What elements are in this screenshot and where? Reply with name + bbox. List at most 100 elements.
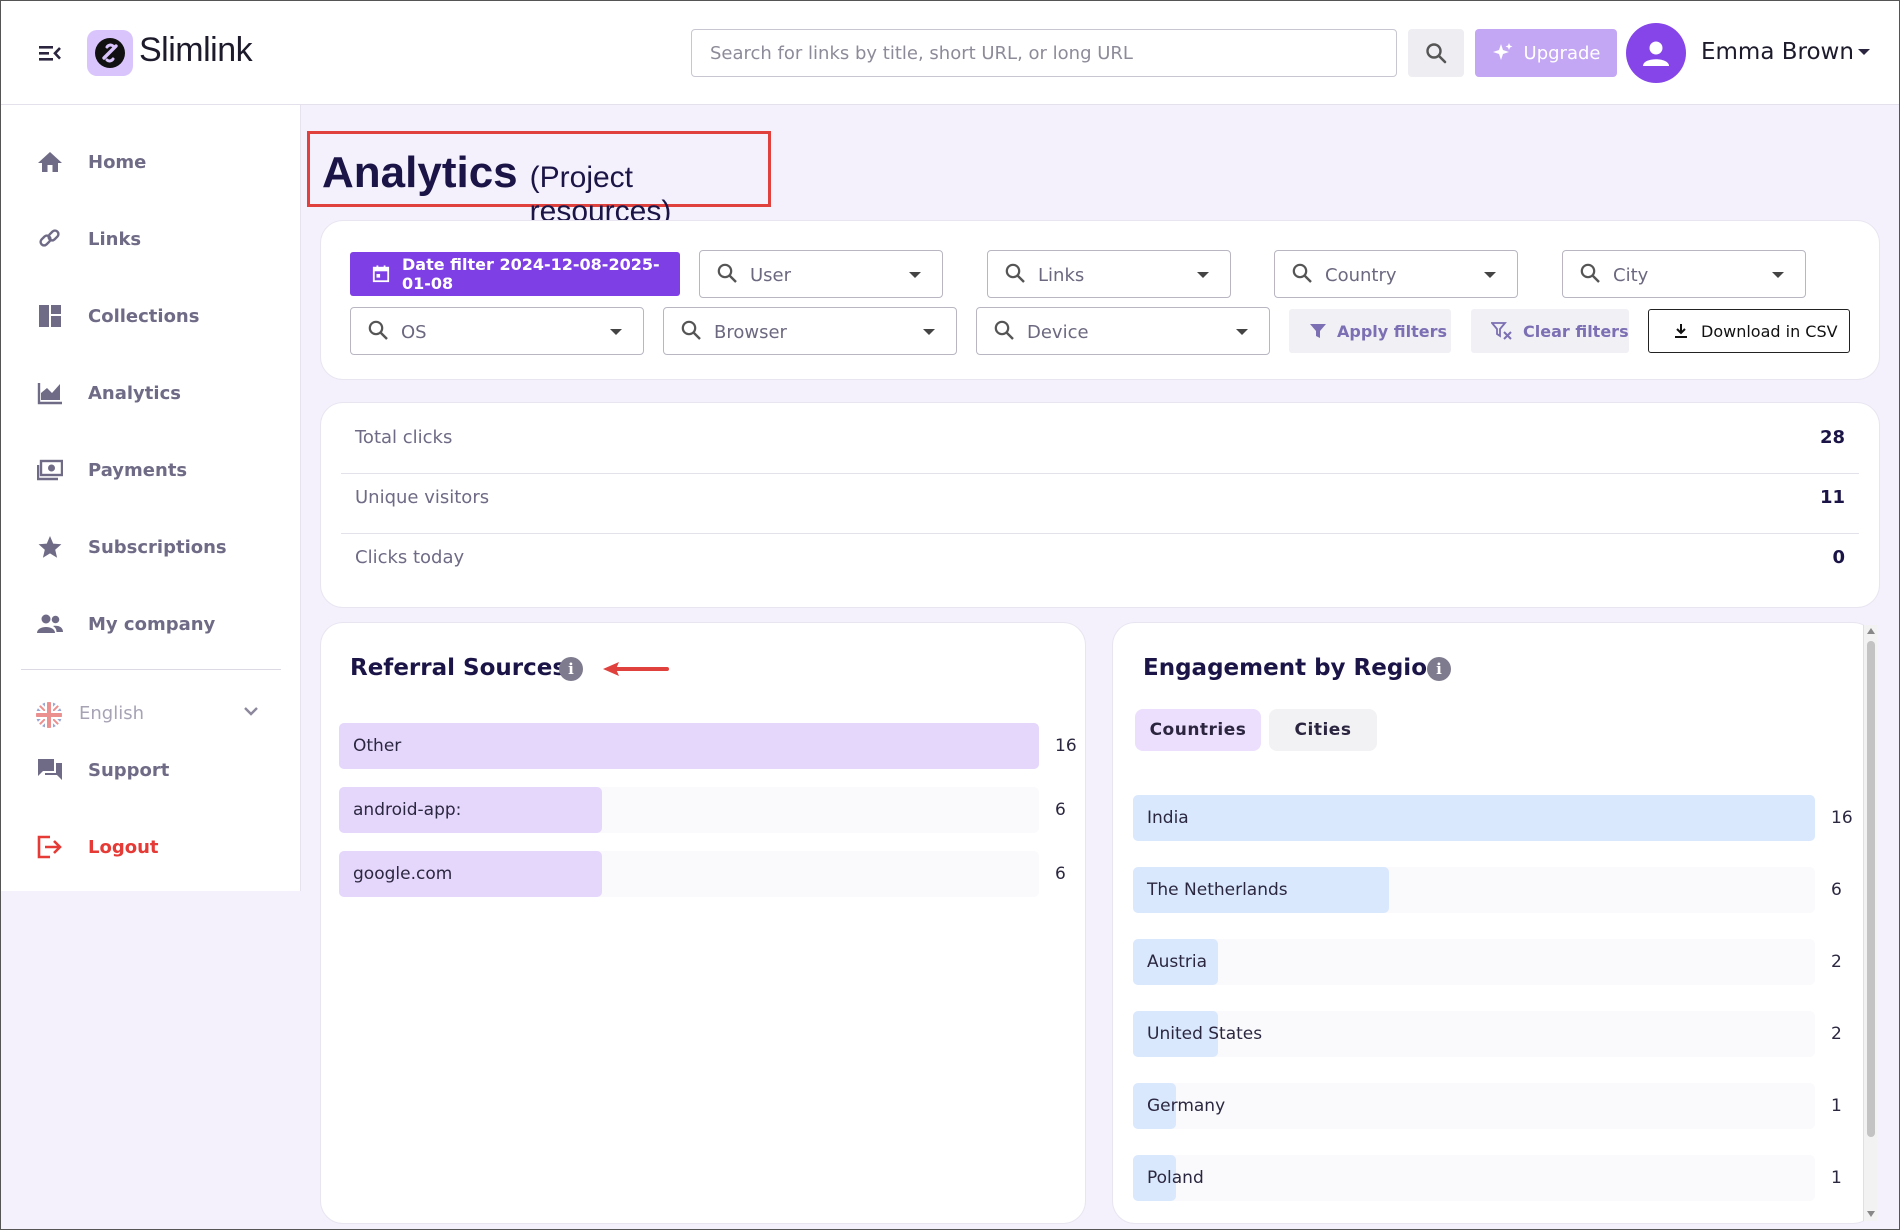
- tab-cities[interactable]: Cities: [1269, 709, 1377, 751]
- search-icon: [1292, 263, 1312, 283]
- language-selector[interactable]: English: [35, 695, 265, 735]
- bar-value: 6: [1055, 864, 1066, 884]
- info-icon[interactable]: i: [1427, 657, 1451, 681]
- chevron-down-icon[interactable]: [1857, 47, 1871, 57]
- scroll-down-icon[interactable]: [1867, 1211, 1875, 1217]
- search-icon: [1426, 43, 1447, 64]
- sidebar-item-label: Support: [88, 760, 170, 781]
- engagement-region-card: Engagement by Region i Countries Cities …: [1113, 623, 1875, 1223]
- caret-down-icon: [923, 329, 935, 335]
- bar-label: India: [1147, 808, 1189, 828]
- stat-label: Unique visitors: [355, 487, 490, 508]
- sidebar-item-links[interactable]: Links: [1, 211, 301, 267]
- bar-label: Other: [353, 736, 402, 756]
- bar-track: [1133, 1083, 1815, 1129]
- referral-sources-title: Referral Sources: [350, 655, 567, 681]
- caret-down-icon: [909, 272, 921, 278]
- upgrade-label: Upgrade: [1523, 42, 1601, 64]
- scroll-up-icon[interactable]: [1867, 628, 1875, 634]
- page-title-box: Analytics (Project resources): [307, 131, 771, 228]
- stat-row-unique-visitors: Unique visitors 11: [341, 467, 1859, 527]
- caret-down-icon: [1484, 272, 1496, 278]
- caret-down-icon: [1772, 272, 1784, 278]
- apply-filters-button[interactable]: Apply filters: [1289, 309, 1451, 353]
- stat-value: 28: [1819, 427, 1845, 448]
- os-select[interactable]: OS: [350, 307, 644, 355]
- sidebar-item-label: Analytics: [88, 383, 181, 404]
- bar-label: android-app:: [353, 800, 462, 820]
- page-title: Analytics: [322, 148, 518, 197]
- search-icon: [717, 263, 737, 283]
- date-filter-button[interactable]: Date filter 2024-12-08-2025-01-08: [350, 252, 680, 296]
- bar-label: Austria: [1147, 952, 1208, 972]
- select-label: City: [1613, 265, 1649, 286]
- stat-row-clicks-today: Clicks today 0: [341, 527, 1859, 587]
- bar-label: The Netherlands: [1147, 880, 1288, 900]
- clear-filters-button[interactable]: Clear filters: [1471, 309, 1629, 353]
- bar-row: United States 2: [1133, 1011, 1853, 1057]
- sidebar-item-logout[interactable]: Logout: [1, 819, 301, 875]
- select-label: Device: [1027, 322, 1089, 343]
- caret-down-icon: [1236, 329, 1248, 335]
- bar-row: The Netherlands 6: [1133, 867, 1853, 913]
- bar-track: [1133, 939, 1815, 985]
- search-button[interactable]: [1408, 29, 1464, 77]
- bar-label: Poland: [1147, 1168, 1204, 1188]
- chat-icon: [38, 759, 62, 780]
- menu-collapse-icon[interactable]: [37, 41, 63, 65]
- search-icon: [681, 320, 701, 340]
- avatar[interactable]: [1626, 23, 1686, 83]
- stat-row-total-clicks: Total clicks 28: [341, 407, 1859, 467]
- bar-value: 16: [1831, 808, 1853, 828]
- sidebar-item-payments[interactable]: Payments: [1, 442, 301, 498]
- user-icon: [1643, 41, 1669, 66]
- bar-value: 2: [1831, 952, 1842, 972]
- user-select[interactable]: User: [699, 250, 943, 298]
- info-icon[interactable]: i: [559, 657, 583, 681]
- sidebar-item-home[interactable]: Home: [1, 134, 301, 190]
- bar-value: 6: [1055, 800, 1066, 820]
- apply-filters-label: Apply filters: [1337, 321, 1448, 341]
- links-select[interactable]: Links: [987, 250, 1231, 298]
- bar-value: 2: [1831, 1024, 1842, 1044]
- sidebar-item-collections[interactable]: Collections: [1, 288, 301, 344]
- brand-name[interactable]: Slimlink: [139, 31, 253, 70]
- caret-down-icon: [610, 329, 622, 335]
- sidebar-item-support[interactable]: Support: [1, 742, 301, 798]
- browser-select[interactable]: Browser: [663, 307, 957, 355]
- scroll-thumb[interactable]: [1867, 641, 1875, 1137]
- sidebar-item-analytics[interactable]: Analytics: [1, 365, 301, 421]
- sidebar-divider: [21, 669, 281, 670]
- download-csv-button[interactable]: Download in CSV: [1648, 309, 1850, 353]
- annotation-arrow-icon: [603, 662, 669, 676]
- sidebar-item-subscriptions[interactable]: Subscriptions: [1, 519, 301, 575]
- stat-value: 11: [1819, 487, 1845, 508]
- stat-value: 0: [1832, 547, 1845, 568]
- sidebar-item-label: My company: [88, 614, 216, 635]
- bar-label: google.com: [353, 864, 453, 884]
- sidebar-item-my-company[interactable]: My company: [1, 596, 301, 652]
- user-name[interactable]: Emma Brown: [1701, 39, 1854, 65]
- language-label: English: [79, 703, 144, 724]
- search-input[interactable]: [691, 29, 1397, 77]
- select-label: User: [750, 265, 792, 286]
- top-header: Slimlink Upgrade Emma Brown: [1, 1, 1899, 105]
- sidebar-item-label: Payments: [88, 460, 188, 481]
- upgrade-button[interactable]: Upgrade: [1475, 29, 1617, 77]
- brand-logo-icon[interactable]: [87, 30, 133, 76]
- tab-countries[interactable]: Countries: [1135, 709, 1261, 751]
- scrollbar[interactable]: [1863, 625, 1877, 1221]
- bar-row: India 16: [1133, 795, 1853, 841]
- device-select[interactable]: Device: [976, 307, 1270, 355]
- referral-sources-card: Referral Sources i Other 16 android-app: 6 g…: [321, 623, 1085, 1223]
- sidebar: Home Links Collections Analytics Payment…: [1, 105, 301, 891]
- bar-row: Other 16: [339, 723, 1077, 769]
- filter-clear-icon: [1491, 322, 1512, 340]
- bar-track: [1133, 1155, 1815, 1201]
- calendar-icon: [372, 265, 390, 283]
- bar-fill: [339, 723, 1039, 769]
- country-select[interactable]: Country: [1274, 250, 1518, 298]
- select-label: OS: [401, 322, 427, 343]
- city-select[interactable]: City: [1562, 250, 1806, 298]
- bar-row: google.com 6: [339, 851, 1069, 897]
